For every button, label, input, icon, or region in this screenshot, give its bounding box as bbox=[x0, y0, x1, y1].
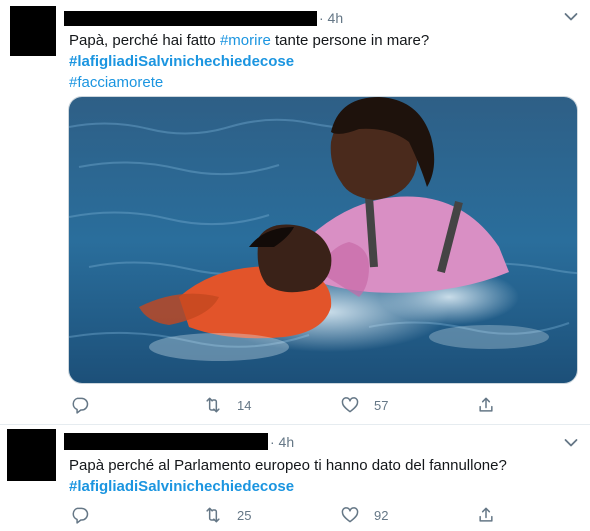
tweet-actions: 14 57 bbox=[0, 393, 590, 417]
retweet-icon bbox=[203, 395, 223, 415]
like-count: 57 bbox=[374, 397, 389, 413]
like-button[interactable]: 92 bbox=[340, 503, 388, 527]
retweet-count: 25 bbox=[237, 507, 252, 523]
reply-button[interactable] bbox=[70, 503, 90, 527]
tweet-text: Papà perché al Parlamento europeo ti han… bbox=[69, 455, 507, 497]
like-icon bbox=[340, 395, 360, 415]
retweet-icon bbox=[203, 505, 223, 525]
tweet-text-line-1: Papà perché al Parlamento europeo ti han… bbox=[69, 457, 507, 474]
like-count: 92 bbox=[374, 507, 389, 523]
text-suffix: tante persone in mare? bbox=[270, 32, 430, 49]
tweet-photo[interactable] bbox=[68, 96, 578, 384]
reply-icon bbox=[70, 505, 90, 525]
like-icon bbox=[340, 505, 360, 525]
avatar-redacted[interactable] bbox=[7, 429, 56, 481]
tweet-text-line-1: Papà, perché hai fatto #morire tante per… bbox=[69, 30, 429, 51]
tweet-actions: 25 92 bbox=[0, 503, 590, 527]
share-button[interactable] bbox=[476, 393, 496, 417]
retweet-button[interactable]: 25 bbox=[203, 503, 251, 527]
username-redacted[interactable] bbox=[64, 433, 268, 450]
tweet-timestamp[interactable]: · 4h bbox=[319, 10, 343, 26]
chevron-down-icon[interactable] bbox=[564, 12, 578, 22]
hashtag-link[interactable]: #facciamorete bbox=[69, 72, 429, 93]
retweet-button[interactable]: 14 bbox=[203, 393, 251, 417]
tweet[interactable]: · 4h Papà, perché hai fatto #morire tant… bbox=[0, 0, 590, 425]
retweet-count: 14 bbox=[237, 397, 252, 413]
tweet[interactable]: · 4h Papà perché al Parlamento europeo t… bbox=[0, 425, 590, 531]
share-icon bbox=[476, 505, 496, 525]
hashtag-link[interactable]: #morire bbox=[220, 32, 271, 49]
reply-button[interactable] bbox=[70, 393, 90, 417]
chevron-down-icon[interactable] bbox=[564, 438, 578, 448]
tweet-timestamp[interactable]: · 4h bbox=[270, 434, 294, 450]
share-button[interactable] bbox=[476, 503, 496, 527]
share-icon bbox=[476, 395, 496, 415]
tweet-text: Papà, perché hai fatto #morire tante per… bbox=[69, 30, 429, 93]
hashtag-link[interactable]: #lafigliadiSalvinichechiedecose bbox=[69, 51, 429, 72]
hashtag-link[interactable]: #lafigliadiSalvinichechiedecose bbox=[69, 476, 507, 497]
reply-icon bbox=[70, 395, 90, 415]
avatar-redacted[interactable] bbox=[10, 6, 56, 56]
like-button[interactable]: 57 bbox=[340, 393, 388, 417]
text-prefix: Papà, perché hai fatto bbox=[69, 32, 220, 49]
username-redacted[interactable] bbox=[64, 11, 317, 26]
